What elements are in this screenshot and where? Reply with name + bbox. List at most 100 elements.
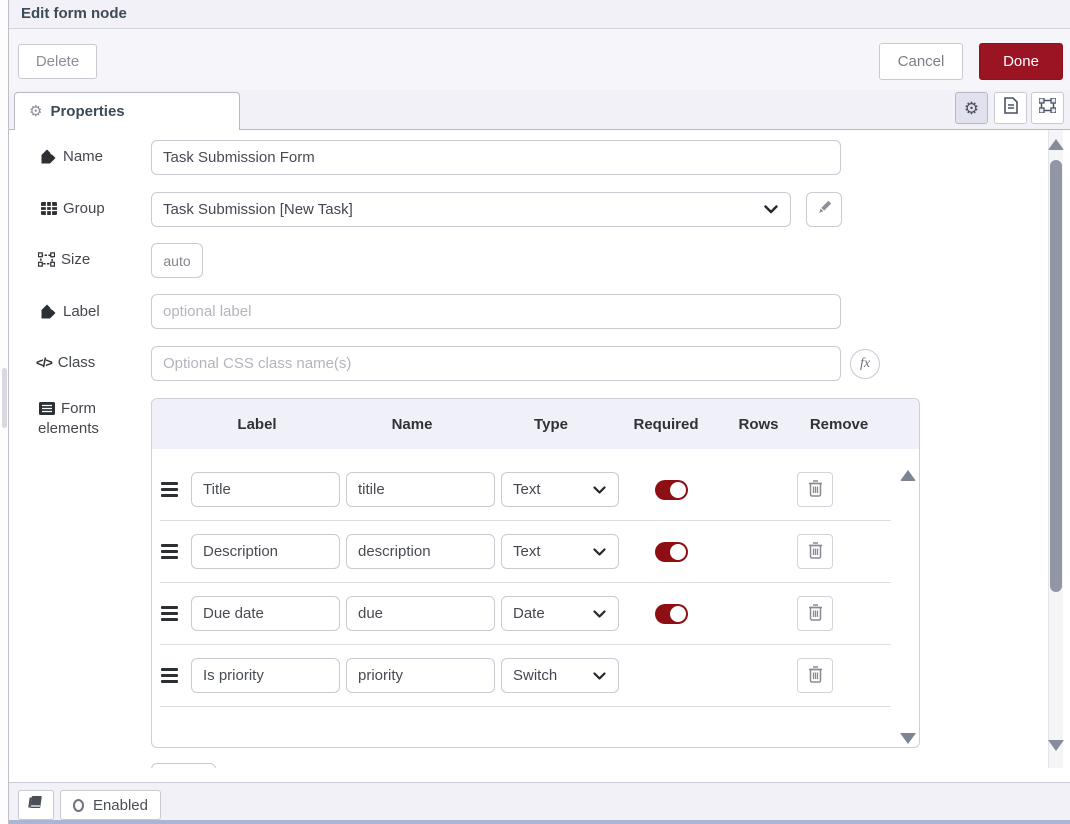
done-button[interactable]: Done [979, 43, 1063, 80]
element-name-input[interactable] [346, 658, 495, 693]
element-label-input[interactable] [191, 596, 340, 631]
form-elements-table-header: Label Name Type Required Rows Remove [152, 399, 919, 449]
column-header-required: Required [616, 416, 716, 433]
column-header-type: Type [492, 416, 610, 433]
document-icon [1004, 97, 1018, 119]
column-header-label: Label [182, 416, 332, 433]
remove-element-button[interactable] [797, 534, 833, 569]
workspace-edge [0, 820, 1070, 824]
form-element-row: Date [160, 583, 891, 645]
scrollbar-thumb[interactable] [1050, 160, 1062, 592]
edit-form-node-dialog: Edit form node Delete Cancel Done ⚙ Prop… [0, 0, 1070, 824]
tab-properties[interactable]: ⚙ Properties [14, 92, 240, 130]
table-scrollbar[interactable] [900, 462, 916, 752]
form-element-row: Text [160, 521, 891, 583]
group-field-label: Group [40, 200, 105, 217]
required-toggle[interactable] [655, 604, 688, 624]
trash-icon [808, 666, 823, 686]
required-toggle[interactable] [655, 480, 688, 500]
column-header-rows: Rows [716, 416, 801, 433]
form-elements-table: Label Name Type Required Rows Remove Tex… [151, 398, 920, 748]
chevron-down-icon [593, 610, 606, 618]
element-type-select[interactable]: Text [501, 472, 619, 507]
list-icon [38, 402, 55, 415]
class-input[interactable] [151, 346, 841, 381]
scroll-down-arrow[interactable] [1048, 740, 1064, 751]
scroll-up-arrow[interactable] [1048, 139, 1064, 150]
appearance-icon [1039, 98, 1056, 118]
book-icon [28, 795, 44, 815]
tab-button-appearance[interactable] [1031, 92, 1064, 124]
enabled-label: Enabled [93, 797, 148, 814]
size-button[interactable]: auto [151, 243, 203, 278]
tray-resize-handle[interactable] [2, 368, 7, 428]
form-elements-label-line2: elements [38, 420, 99, 437]
remove-element-button[interactable] [797, 472, 833, 507]
form-elements-label: Form [38, 400, 96, 417]
dialog-footer: Enabled [9, 782, 1070, 820]
element-type-select[interactable]: Date [501, 596, 619, 631]
scroll-down-arrow[interactable] [900, 733, 916, 744]
tab-button-properties[interactable]: ⚙ [955, 92, 988, 124]
remove-element-button[interactable] [797, 596, 833, 631]
form-elements-table-body: Text Text [152, 459, 919, 758]
drag-handle-icon[interactable] [161, 668, 178, 683]
trash-icon [808, 604, 823, 624]
cancel-button[interactable]: Cancel [879, 43, 963, 80]
chevron-down-icon [764, 205, 778, 214]
dialog-title: Edit form node [21, 5, 127, 22]
element-name-input[interactable] [346, 596, 495, 631]
scroll-up-arrow[interactable] [900, 470, 916, 481]
delete-button[interactable]: Delete [18, 44, 97, 79]
group-select[interactable]: Task Submission [New Task] [151, 192, 791, 227]
name-field-label: Name [40, 148, 103, 165]
table-icon [40, 202, 57, 215]
element-type-select[interactable]: Text [501, 534, 619, 569]
code-icon: </> [36, 355, 52, 370]
gear-icon: ⚙ [29, 104, 42, 119]
status-circle-icon [73, 799, 84, 812]
drag-handle-icon[interactable] [161, 544, 178, 559]
element-name-input[interactable] [346, 472, 495, 507]
size-field-label: Size [38, 251, 90, 268]
edit-group-button[interactable] [806, 192, 842, 227]
element-label-input[interactable] [191, 472, 340, 507]
element-type-select[interactable]: Switch [501, 658, 619, 693]
label-field-label: Label [40, 303, 100, 320]
properties-panel: Name Group Task Submission [New Task] [9, 130, 1048, 768]
chevron-down-icon [593, 672, 606, 680]
tab-button-description[interactable] [994, 92, 1027, 124]
element-label-input[interactable] [191, 658, 340, 693]
docs-button[interactable] [18, 790, 54, 820]
tray-resize-strip[interactable] [0, 0, 9, 824]
add-element-button[interactable] [151, 763, 216, 768]
element-name-input[interactable] [346, 534, 495, 569]
name-input[interactable] [151, 140, 841, 175]
tab-properties-label: Properties [50, 103, 124, 120]
column-header-remove: Remove [801, 416, 877, 433]
dialog-scrollbar[interactable] [1048, 130, 1063, 768]
gear-icon: ⚙ [964, 100, 979, 117]
required-toggle[interactable] [655, 542, 688, 562]
chevron-down-icon [593, 548, 606, 556]
form-element-row: Switch [160, 645, 891, 707]
enabled-toggle-button[interactable]: Enabled [60, 790, 161, 820]
label-input[interactable] [151, 294, 841, 329]
remove-element-button[interactable] [797, 658, 833, 693]
tag-icon [40, 304, 57, 319]
drag-handle-icon[interactable] [161, 482, 178, 497]
element-label-input[interactable] [191, 534, 340, 569]
pencil-icon [817, 200, 832, 220]
fx-expression-button[interactable]: fx [850, 349, 880, 379]
form-element-row: Text [160, 459, 891, 521]
dialog-header: Edit form node [9, 0, 1070, 29]
trash-icon [808, 542, 823, 562]
tab-bar: ⚙ Properties ⚙ [9, 90, 1070, 130]
drag-handle-icon[interactable] [161, 606, 178, 621]
trash-icon [808, 480, 823, 500]
tag-icon [40, 149, 57, 164]
chevron-down-icon [593, 486, 606, 494]
dialog-toolbar: Delete Cancel Done [9, 29, 1070, 90]
column-header-name: Name [337, 416, 487, 433]
size-icon [38, 252, 55, 267]
